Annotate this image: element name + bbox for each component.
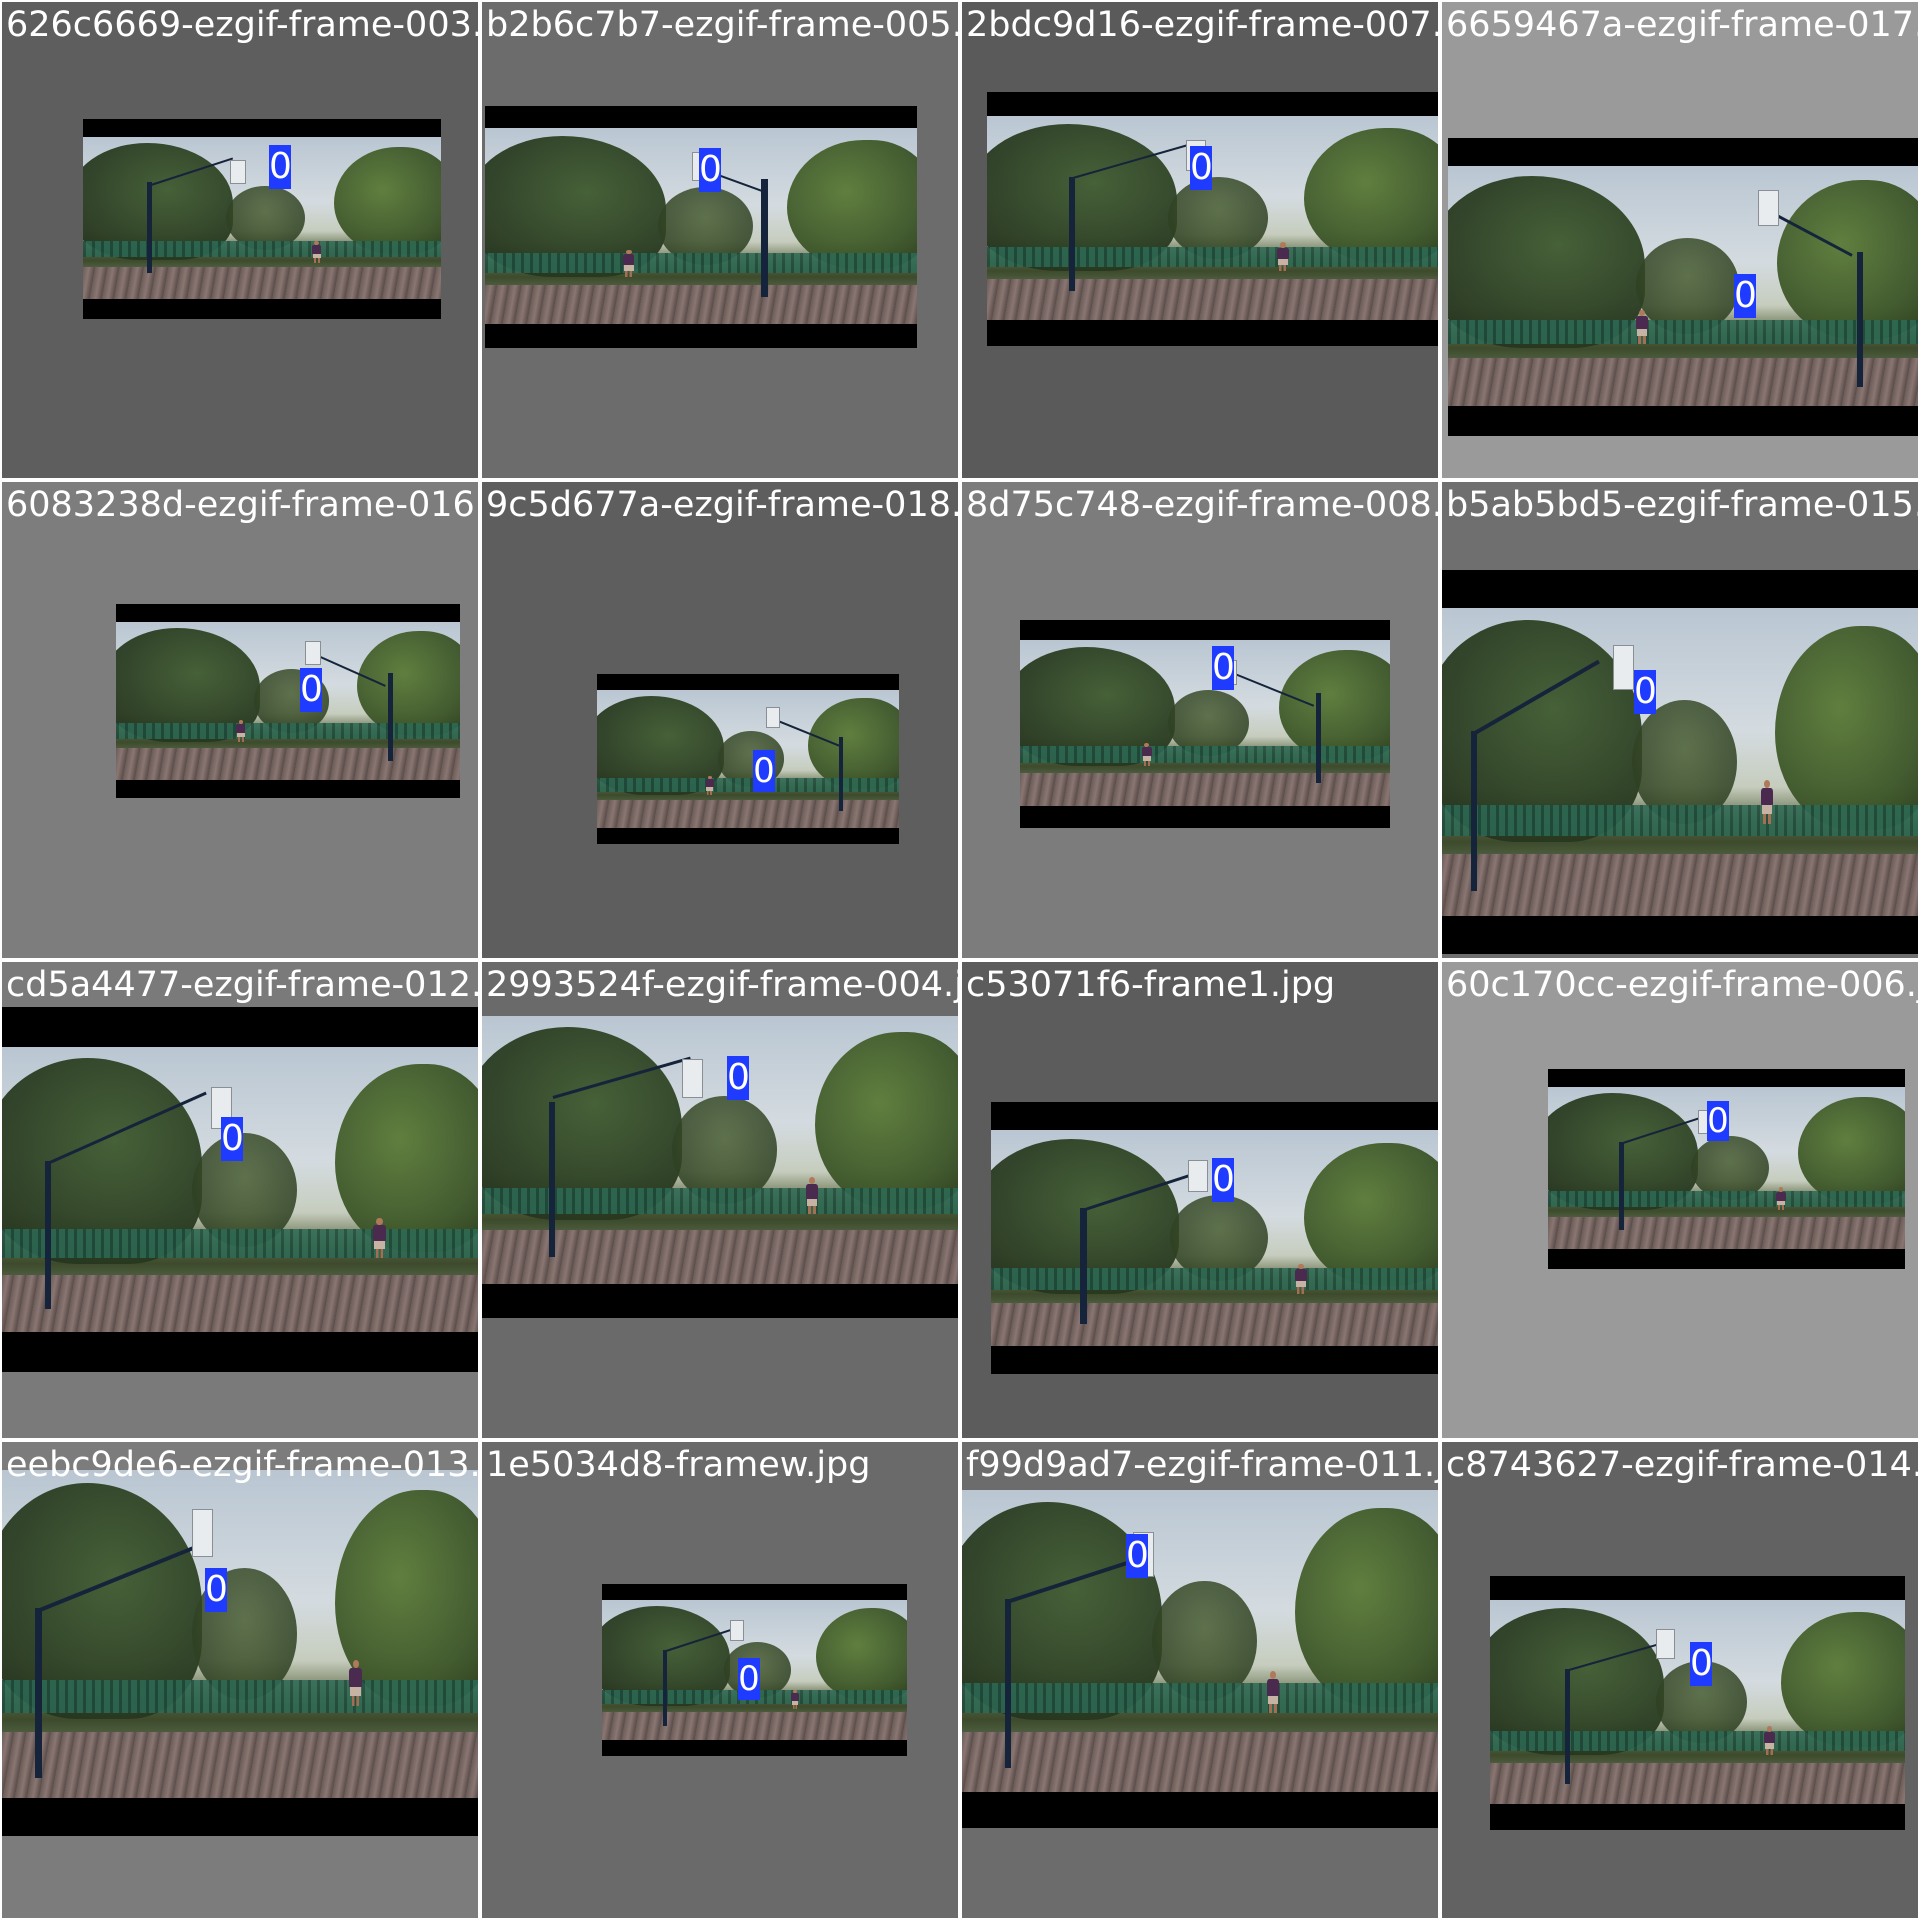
detection-class-label: 0 [699,148,722,192]
video-frame: 0 [987,92,1438,346]
mosaic-tile: b5ab5bd5-ezgif-frame-015.jpg 0 [1442,482,1918,958]
court-scene [2,1470,478,1798]
mosaic-tile: 8d75c748-ezgif-frame-008.jpg 0 [962,482,1438,958]
video-frame: 0 [962,1490,1438,1828]
detection-class-label: 0 [1212,1158,1235,1202]
mosaic-tile: 2993524f-ezgif-frame-004.jpg 0 [482,962,958,1438]
video-frame: 0 [1442,570,1918,954]
detection-class-label: 0 [727,1056,750,1100]
court-scene [83,137,441,299]
court-scene [1490,1600,1905,1804]
detection-class-label: 0 [738,1658,760,1700]
detection-class-label: 0 [1690,1642,1713,1686]
mosaic-tile: 2bdc9d16-ezgif-frame-007.jpg 0 [962,2,1438,478]
detection-class-label: 0 [1190,146,1213,190]
video-frame: 0 [1490,1576,1905,1830]
mosaic-tile: 626c6669-ezgif-frame-003.jpg 0 [2,2,478,478]
mosaic-tile: 6083238d-ezgif-frame-016.jpg 0 [2,482,478,958]
court-scene [962,1490,1438,1792]
detection-class-label: 0 [205,1568,228,1612]
mosaic-tile: b2b6c7b7-ezgif-frame-005.jpg 0 [482,2,958,478]
mosaic-tile: f99d9ad7-ezgif-frame-011.jpg 0 [962,1442,1438,1918]
detection-class-label: 0 [300,668,323,712]
court-scene [482,1016,958,1284]
mosaic-tile: 1e5034d8-framew.jpg 0 [482,1442,958,1918]
mosaic-tile: 60c170cc-ezgif-frame-006.jpg 0 [1442,962,1918,1438]
video-frame: 0 [602,1584,907,1756]
court-scene [1448,166,1918,406]
video-frame: 0 [1020,620,1390,828]
video-frame: 0 [991,1102,1438,1374]
mosaic-tile: 9c5d677a-ezgif-frame-018.jpg 0 [482,482,958,958]
mosaic-tile: c8743627-ezgif-frame-014.jpg 0 [1442,1442,1918,1918]
mosaic-tile: 6659467a-ezgif-frame-017.jpg 0 [1442,2,1918,478]
mosaic-tile: c53071f6-frame1.jpg 0 [962,962,1438,1438]
detection-class-label: 0 [1634,670,1657,714]
detection-class-label: 0 [1707,1101,1729,1141]
mosaic-tile: cd5a4477-ezgif-frame-012.jpg 0 [2,962,478,1438]
detection-class-label: 0 [1734,274,1757,318]
detection-mosaic-grid: 626c6669-ezgif-frame-003.jpg 0 b2b6c7b7-… [0,0,1920,1920]
detection-class-label: 0 [1126,1534,1149,1578]
detection-class-label: 0 [221,1117,244,1161]
detection-class-label: 0 [1212,646,1235,690]
video-frame: 0 [2,1007,478,1372]
court-scene [2,1047,478,1332]
video-frame: 0 [485,106,917,348]
video-frame: 0 [116,604,460,798]
mosaic-tile: eebc9de6-ezgif-frame-013.jpg 0 [2,1442,478,1918]
court-scene [597,690,899,828]
detection-class-label: 0 [269,145,292,189]
detection-class-label: 0 [753,750,775,792]
video-frame: 0 [83,119,441,319]
court-scene [1020,640,1390,806]
video-frame: 0 [2,1470,478,1836]
video-frame: 0 [597,674,899,844]
video-frame: 0 [1448,138,1918,436]
court-scene [116,622,460,780]
video-frame: 0 [1548,1069,1905,1269]
video-frame: 0 [482,1016,958,1318]
court-scene [1442,608,1918,916]
